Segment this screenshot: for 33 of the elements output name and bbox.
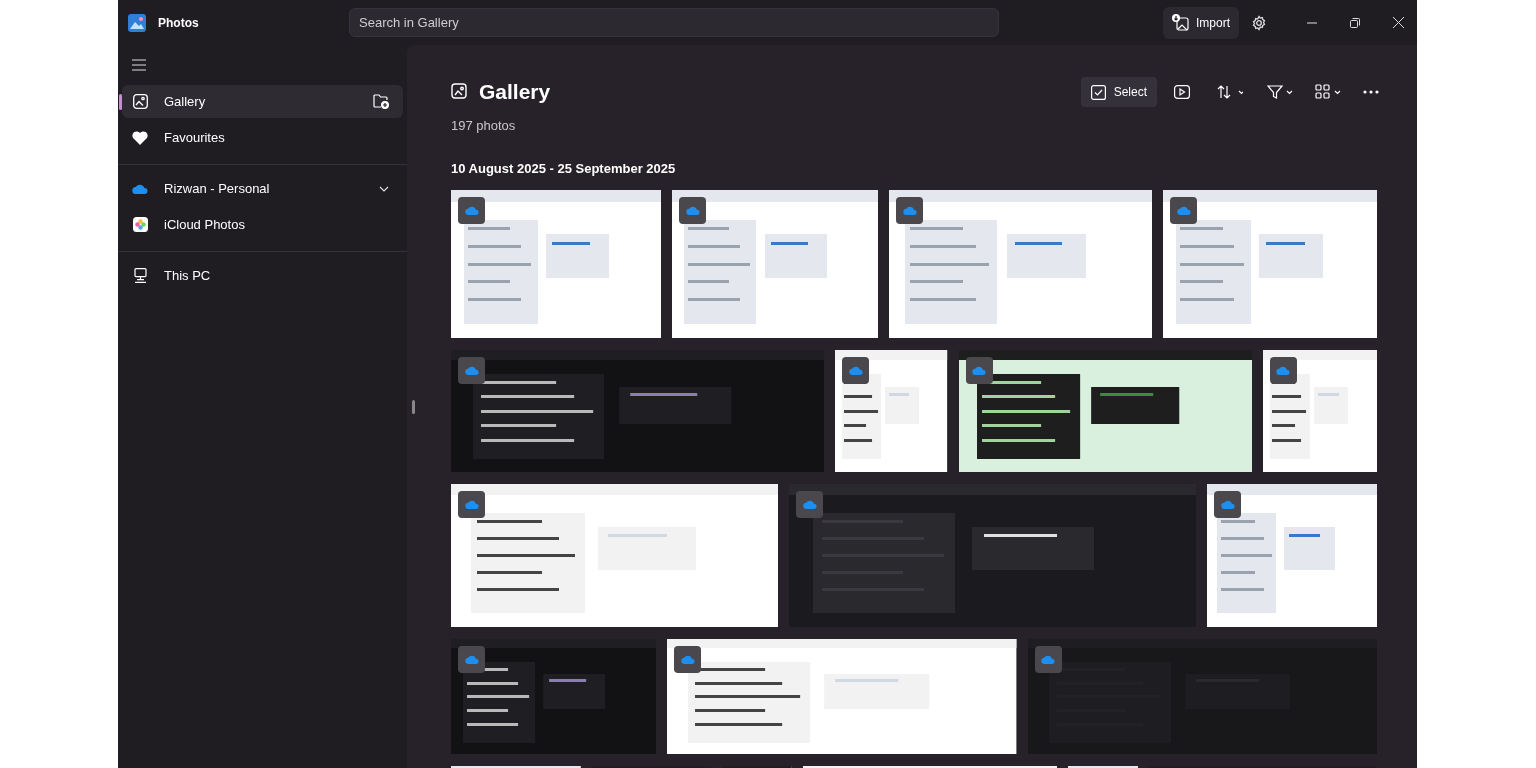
- more-icon[interactable]: [1363, 90, 1379, 94]
- photos-flower-icon: [132, 217, 148, 232]
- add-folder-icon[interactable]: [373, 94, 389, 109]
- date-range-heading: 10 August 2025 - 25 September 2025: [451, 159, 677, 178]
- photos-app-icon: [128, 13, 146, 32]
- search-field[interactable]: Search in Gallery: [349, 8, 999, 37]
- resize-handle[interactable]: [412, 400, 415, 414]
- gallery-icon: [132, 94, 148, 109]
- sidebar-item[interactable]: Favourites: [122, 121, 403, 154]
- checkbox-icon: [1090, 84, 1106, 100]
- sidebar-item[interactable]: Gallery: [122, 85, 403, 118]
- app-title: Photos: [158, 14, 199, 32]
- cloud-icon: [132, 183, 148, 194]
- import-button[interactable]: Import: [1163, 6, 1239, 39]
- sort-icon[interactable]: [1217, 84, 1243, 100]
- settings-icon[interactable]: [1251, 14, 1267, 31]
- import-icon: [1172, 14, 1189, 31]
- page-title: Gallery: [479, 79, 551, 106]
- heart-icon: [132, 130, 148, 145]
- sidebar-item[interactable]: iCloud Photos: [122, 208, 403, 241]
- chevron-down-icon[interactable]: [379, 185, 389, 192]
- menu-icon[interactable]: [132, 59, 146, 71]
- layout-icon[interactable]: [1315, 84, 1341, 100]
- photo-count: 197 photos: [451, 117, 517, 135]
- maximize-icon[interactable]: [1350, 17, 1360, 28]
- sidebar-item[interactable]: This PC: [122, 259, 403, 292]
- filter-icon[interactable]: [1267, 84, 1293, 100]
- sidebar-item[interactable]: Rizwan - Personal: [122, 172, 403, 205]
- close-icon[interactable]: [1393, 17, 1404, 28]
- computer-icon: [133, 268, 147, 283]
- gallery-icon: [451, 83, 469, 101]
- select-button[interactable]: Select: [1080, 77, 1157, 107]
- slideshow-icon[interactable]: [1174, 84, 1190, 100]
